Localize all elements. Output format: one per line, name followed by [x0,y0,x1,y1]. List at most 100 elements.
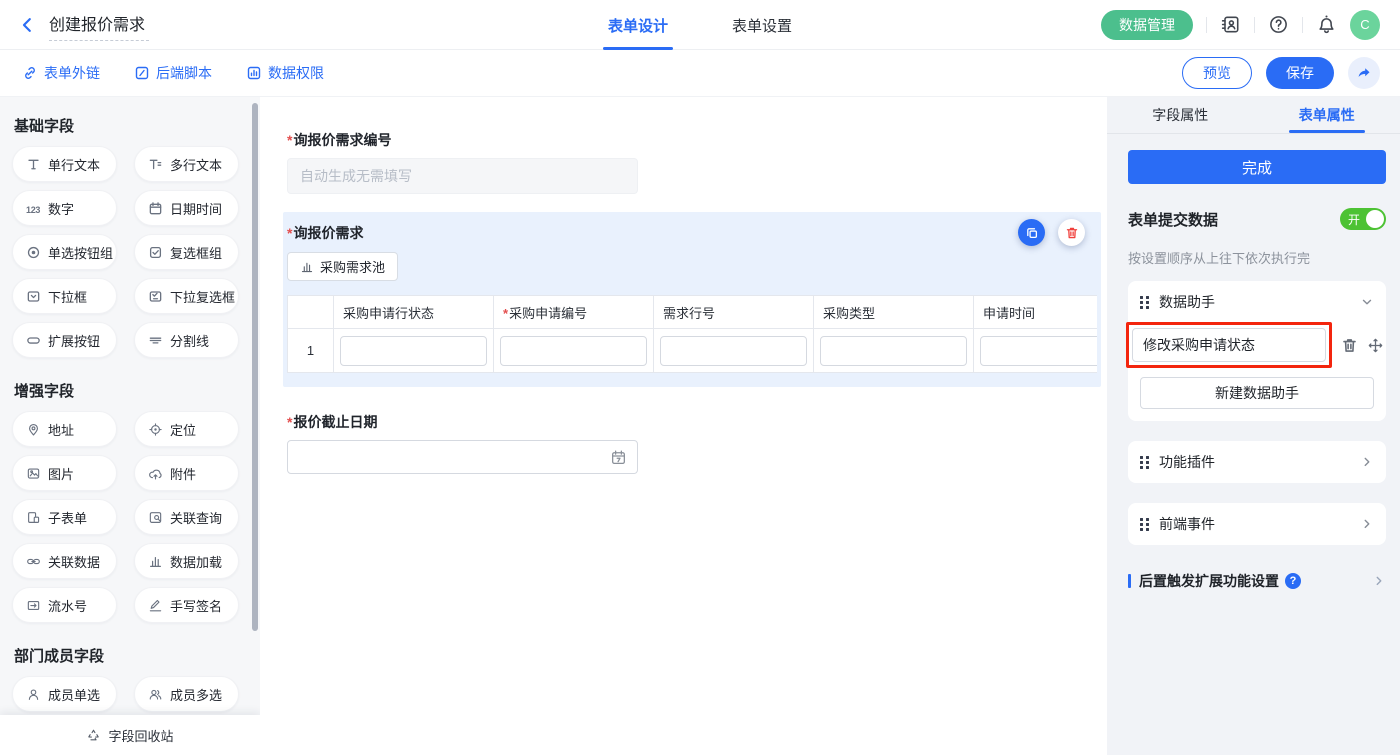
field-item-textarea[interactable]: 多行文本 [134,146,239,182]
subform-row: 1 [288,329,1098,373]
required-asterisk: * [287,132,292,148]
field-recycle-bin[interactable]: 字段回收站 [0,715,260,755]
toolbar-link[interactable]: 表单外链 [22,63,100,83]
card-header[interactable]: 数据助手 [1140,292,1374,312]
panel-tab-1[interactable]: 字段属性 [1107,97,1254,133]
top-tab-1[interactable]: 表单设计 [608,0,668,50]
subform-cell [334,329,494,373]
panel-tabs: 字段属性表单属性 [1107,97,1400,134]
field-item-multiselect[interactable]: 下拉复选框 [134,278,239,314]
subform-cell [654,329,814,373]
datetime-icon [148,201,163,216]
field-item-text-input[interactable]: 单行文本 [12,146,117,182]
share-button[interactable] [1348,57,1380,89]
required-asterisk: * [287,414,292,430]
body: 基础字段单行文本多行文本 123数字日期时间单选按钮组复选框组下拉框下拉复选框扩展… [0,97,1400,755]
field-item-divider[interactable]: 分割线 [134,322,239,358]
field-item-location[interactable]: 定位 [134,411,239,447]
toolbar-link[interactable]: 数据权限 [246,63,324,83]
preview-button[interactable]: 预览 [1182,57,1252,89]
data-manage-button[interactable]: 数据管理 [1101,10,1193,40]
top-tab-2[interactable]: 表单设置 [732,0,792,50]
sidebar-scrollbar[interactable] [252,103,258,631]
help-icon[interactable] [1268,14,1289,35]
cell-input[interactable] [980,336,1097,366]
code-placeholder: 自动生成无需填写 [300,166,412,186]
signature-icon [148,598,163,613]
drag-handle-icon[interactable] [1140,456,1149,469]
field-item-datetime[interactable]: 日期时间 [134,190,239,226]
card-title: 前端事件 [1159,514,1215,534]
delete-assist-icon[interactable] [1341,337,1358,354]
field-item-relation[interactable]: 关联数据 [12,543,117,579]
field-label: *询报价需求编号 [287,131,1107,149]
field-item-member-multi[interactable]: 成员多选 [134,676,239,712]
field-item-address[interactable]: 地址 [12,411,117,447]
date-input[interactable] [287,440,638,474]
submit-toggle[interactable]: 开 [1340,208,1386,230]
field-quote-request-subform[interactable]: *询报价需求 采购需求池 采购申请行状态*采购申请编号需求行号采购类型申请时间1 [283,212,1101,387]
done-button[interactable]: 完成 [1128,150,1386,184]
field-item-data-load[interactable]: 数据加载 [134,543,239,579]
panel-cards: 数据助手修改采购申请状态新建数据助手功能插件前端事件 [1128,281,1386,545]
field-item-image[interactable]: 图片 [12,455,117,491]
drag-handle-icon[interactable] [1140,518,1149,531]
field-item-select[interactable]: 下拉框 [12,278,117,314]
field-item-lookup[interactable]: 关联查询 [134,499,239,535]
code-input[interactable]: 自动生成无需填写 [287,158,638,194]
assist-item[interactable]: 修改采购申请状态 [1132,328,1326,362]
data-load-icon [148,554,163,569]
toggle-knob [1366,210,1384,228]
cell-input[interactable] [500,336,647,366]
field-item-checkbox[interactable]: 复选框组 [134,234,239,270]
field-item-signature[interactable]: 手写签名 [134,587,239,623]
recycle-icon [86,728,101,743]
chevron-right-icon [1360,455,1374,469]
divider [1206,17,1207,33]
field-item-member-single[interactable]: 成员单选 [12,676,117,712]
toolbar-link[interactable]: 后端脚本 [134,63,212,83]
sidebar-section-title: 基础字段 [14,115,260,136]
card-header[interactable]: 功能插件 [1140,452,1374,472]
panel-tab-2[interactable]: 表单属性 [1254,97,1400,133]
field-item-attachment[interactable]: 附件 [134,455,239,491]
drag-handle-icon[interactable] [1140,296,1149,309]
card-header[interactable]: 前端事件 [1140,514,1374,534]
extend-button-icon [26,333,41,348]
field-quote-request-code[interactable]: *询报价需求编号 自动生成无需填写 [287,131,1107,194]
cell-input[interactable] [340,336,487,366]
row-number: 1 [288,329,334,373]
field-item-number[interactable]: 123数字 [12,190,117,226]
avatar[interactable]: C [1350,10,1380,40]
chevron-right-icon [1372,574,1386,588]
radio-icon [26,245,41,260]
purchase-pool-button[interactable]: 采购需求池 [287,252,398,281]
toolbar-actions: 预览 保存 [1182,57,1380,89]
copy-field-button[interactable] [1018,219,1045,246]
field-item-extend-button[interactable]: 扩展按钮 [12,322,117,358]
lookup-icon [148,510,163,525]
new-assist-button[interactable]: 新建数据助手 [1140,377,1374,409]
field-item-radio[interactable]: 单选按钮组 [12,234,117,270]
checkbox-icon [148,245,163,260]
field-quote-deadline[interactable]: *报价截止日期 [287,413,1107,474]
move-icon[interactable] [1367,337,1384,354]
form-toolbar: 表单外链 后端脚本 数据权限 预览 保存 [0,50,1400,97]
field-label: *询报价需求 [287,224,1101,242]
contact-book-icon[interactable] [1220,14,1241,35]
cell-input[interactable] [820,336,967,366]
cell-input[interactable] [660,336,807,366]
question-badge-icon[interactable]: ? [1285,573,1301,589]
trash-icon [1065,226,1079,240]
delete-field-button[interactable] [1058,219,1085,246]
recycle-label: 字段回收站 [108,726,173,745]
save-button[interactable]: 保存 [1266,57,1334,89]
bell-icon[interactable] [1316,14,1337,35]
script-icon [134,65,150,81]
post-trigger-settings[interactable]: 后置触发扩展功能设置 ? [1128,571,1386,591]
field-library-sidebar: 基础字段单行文本多行文本 123数字日期时间单选按钮组复选框组下拉框下拉复选框扩展… [0,97,260,755]
attachment-icon [148,466,163,481]
field-item-subform[interactable]: 子表单 [12,499,117,535]
field-item-serial[interactable]: 流水号 [12,587,117,623]
toggle-on-label: 开 [1348,211,1360,228]
